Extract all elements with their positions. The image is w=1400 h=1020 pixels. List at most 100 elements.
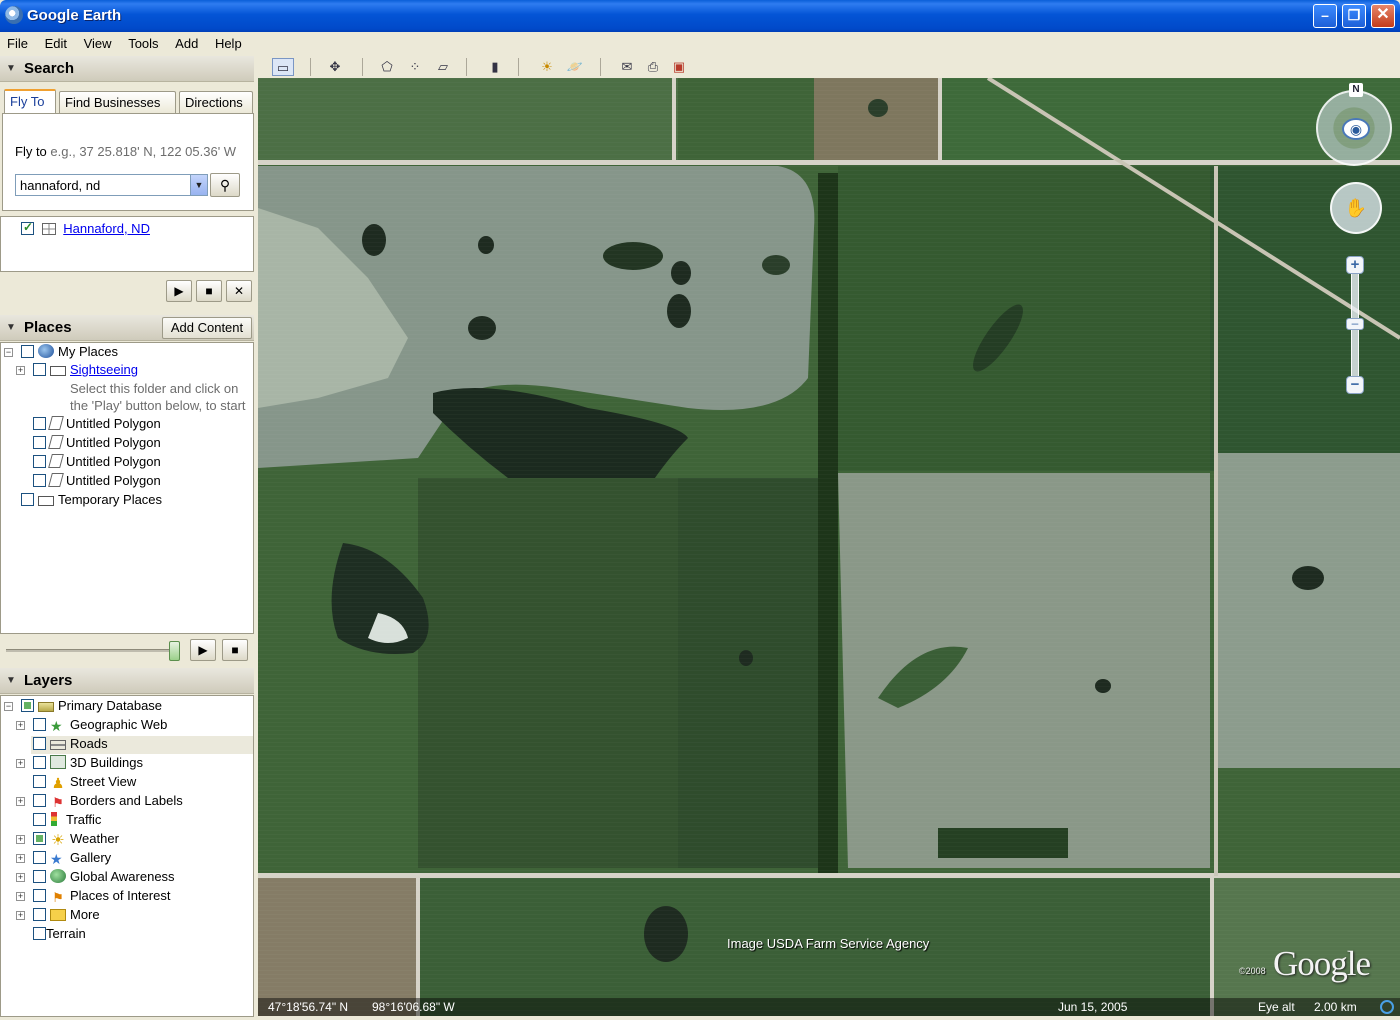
polygon-checkbox[interactable] xyxy=(33,436,46,449)
ruler-icon[interactable]: ▮ xyxy=(484,58,506,76)
tree-temporary-places[interactable]: Temporary Places xyxy=(21,492,162,507)
menu-file[interactable]: File xyxy=(0,32,34,51)
sunlight-icon[interactable]: ☀ xyxy=(536,58,558,76)
layer-checkbox[interactable] xyxy=(33,775,46,788)
layer-places-of-interest[interactable]: ⚑ Places of Interest xyxy=(33,888,170,905)
my-places-checkbox[interactable] xyxy=(21,345,34,358)
layer-global-awareness[interactable]: Global Awareness xyxy=(33,869,175,884)
collapse-triangle-icon[interactable]: ▼ xyxy=(6,675,16,686)
collapse-triangle-icon[interactable]: ▼ xyxy=(6,63,16,74)
expander-icon[interactable]: + xyxy=(16,721,25,730)
layer-checkbox[interactable] xyxy=(33,718,46,731)
planet-icon[interactable]: 🪐 xyxy=(564,58,586,76)
primary-database-checkbox[interactable] xyxy=(21,699,34,712)
expander-icon[interactable]: + xyxy=(16,854,25,863)
search-input[interactable]: hannaford, nd ▼ xyxy=(15,174,208,196)
layer-terrain[interactable]: Terrain xyxy=(33,926,86,941)
compass-north-label[interactable]: N xyxy=(1349,83,1363,97)
view-in-maps-icon[interactable]: ▣ xyxy=(668,58,690,76)
result-checkbox[interactable] xyxy=(21,220,34,235)
close-button[interactable]: ✕ xyxy=(1371,4,1395,28)
zoom-slider-knob[interactable]: – xyxy=(1346,317,1364,330)
search-button[interactable]: ⚲ xyxy=(210,173,240,197)
layer-checkbox[interactable] xyxy=(33,794,46,807)
stop-button[interactable]: ■ xyxy=(196,280,222,302)
layer-more[interactable]: More xyxy=(33,907,100,922)
look-joystick[interactable]: N ◉ xyxy=(1316,83,1392,166)
layer-checkbox[interactable] xyxy=(33,851,46,864)
result-link[interactable]: Hannaford, ND xyxy=(63,221,150,236)
add-image-overlay-icon[interactable]: ▱ xyxy=(432,58,454,76)
tab-find-businesses[interactable]: Find Businesses xyxy=(59,91,176,113)
layer-3d-buildings[interactable]: 3D Buildings xyxy=(33,755,143,770)
layer-checkbox[interactable] xyxy=(33,756,46,769)
layer-geographic-web[interactable]: ★ Geographic Web xyxy=(33,717,167,733)
search-result-item[interactable]: Hannaford, ND xyxy=(21,220,150,236)
print-icon[interactable]: ⎙ xyxy=(642,58,664,76)
layer-traffic[interactable]: Traffic xyxy=(33,812,101,827)
expander-icon[interactable]: + xyxy=(16,892,25,901)
add-placemark-icon[interactable]: ✥ xyxy=(324,58,346,76)
add-path-icon[interactable]: ⁘ xyxy=(404,58,426,76)
layer-checkbox[interactable] xyxy=(33,870,46,883)
expander-icon[interactable]: + xyxy=(16,797,25,806)
move-joystick[interactable]: ✋ xyxy=(1330,182,1382,234)
tour-stop-button[interactable]: ■ xyxy=(222,639,248,661)
add-polygon-icon[interactable]: ⬠ xyxy=(376,58,398,76)
layer-roads[interactable]: Roads xyxy=(33,736,108,751)
zoom-in-button[interactable]: + xyxy=(1346,256,1364,274)
add-content-button[interactable]: Add Content xyxy=(162,317,252,339)
menu-view[interactable]: View xyxy=(77,32,118,51)
minimize-button[interactable]: – xyxy=(1313,4,1337,28)
menu-edit[interactable]: Edit xyxy=(38,32,73,51)
tab-directions[interactable]: Directions xyxy=(179,91,253,113)
email-icon[interactable]: ✉ xyxy=(616,58,638,76)
menu-help[interactable]: Help xyxy=(208,32,248,51)
clear-button[interactable]: ✕ xyxy=(226,280,252,302)
menu-tools[interactable]: Tools xyxy=(121,32,164,51)
tree-polygon[interactable]: Untitled Polygon xyxy=(33,416,161,431)
layer-checkbox[interactable] xyxy=(33,832,46,845)
tab-fly-to[interactable]: Fly To xyxy=(4,89,56,114)
search-panel-header[interactable]: ▼ Search xyxy=(0,56,254,82)
layers-panel-header[interactable]: ▼ Layers xyxy=(0,668,254,694)
layer-checkbox[interactable] xyxy=(33,813,46,826)
tour-slider-thumb[interactable] xyxy=(168,641,180,661)
expander-icon[interactable]: + xyxy=(16,911,25,920)
tree-polygon[interactable]: Untitled Polygon xyxy=(33,454,161,469)
polygon-checkbox[interactable] xyxy=(33,455,46,468)
sightseeing-checkbox[interactable] xyxy=(33,363,46,376)
polygon-checkbox[interactable] xyxy=(33,417,46,430)
layer-weather[interactable]: ☀ Weather xyxy=(33,831,119,848)
layer-checkbox[interactable] xyxy=(33,737,46,750)
expander-icon[interactable]: + xyxy=(16,835,25,844)
play-button[interactable]: ▶ xyxy=(166,280,192,302)
layer-checkbox[interactable] xyxy=(33,889,46,902)
expander-icon[interactable]: + xyxy=(16,759,25,768)
layer-checkbox[interactable] xyxy=(33,908,46,921)
tree-polygon[interactable]: Untitled Polygon xyxy=(33,435,161,450)
zoom-out-button[interactable]: − xyxy=(1346,376,1364,394)
layer-checkbox[interactable] xyxy=(33,927,46,940)
tree-polygon[interactable]: Untitled Polygon xyxy=(33,473,161,488)
map-view[interactable]: Image USDA Farm Service Agency ©2008 Goo… xyxy=(258,78,1400,1016)
places-panel-header[interactable]: ▼ Places Add Content xyxy=(0,315,254,341)
layer-street-view[interactable]: ♟ Street View xyxy=(33,774,136,790)
layer-primary-database[interactable]: Primary Database xyxy=(21,698,162,713)
tour-speed-slider[interactable] xyxy=(6,649,178,652)
expander-icon[interactable]: − xyxy=(4,348,13,357)
expander-icon[interactable]: + xyxy=(16,873,25,882)
collapse-triangle-icon[interactable]: ▼ xyxy=(6,322,16,333)
dropdown-arrow-icon[interactable]: ▼ xyxy=(190,175,207,195)
menu-add[interactable]: Add xyxy=(168,32,204,51)
tree-sightseeing[interactable]: Sightseeing xyxy=(33,362,138,377)
polygon-checkbox[interactable] xyxy=(33,474,46,487)
layer-borders-labels[interactable]: ⚑ Borders and Labels xyxy=(33,793,183,810)
sidebar-toggle-icon[interactable]: ▭ xyxy=(272,58,294,76)
sightseeing-label[interactable]: Sightseeing xyxy=(70,362,138,377)
expander-icon[interactable]: + xyxy=(16,366,25,375)
maximize-button[interactable]: ❐ xyxy=(1342,4,1366,28)
temporary-places-checkbox[interactable] xyxy=(21,493,34,506)
tour-play-button[interactable]: ▶ xyxy=(190,639,216,661)
layer-gallery[interactable]: ★ Gallery xyxy=(33,850,111,866)
